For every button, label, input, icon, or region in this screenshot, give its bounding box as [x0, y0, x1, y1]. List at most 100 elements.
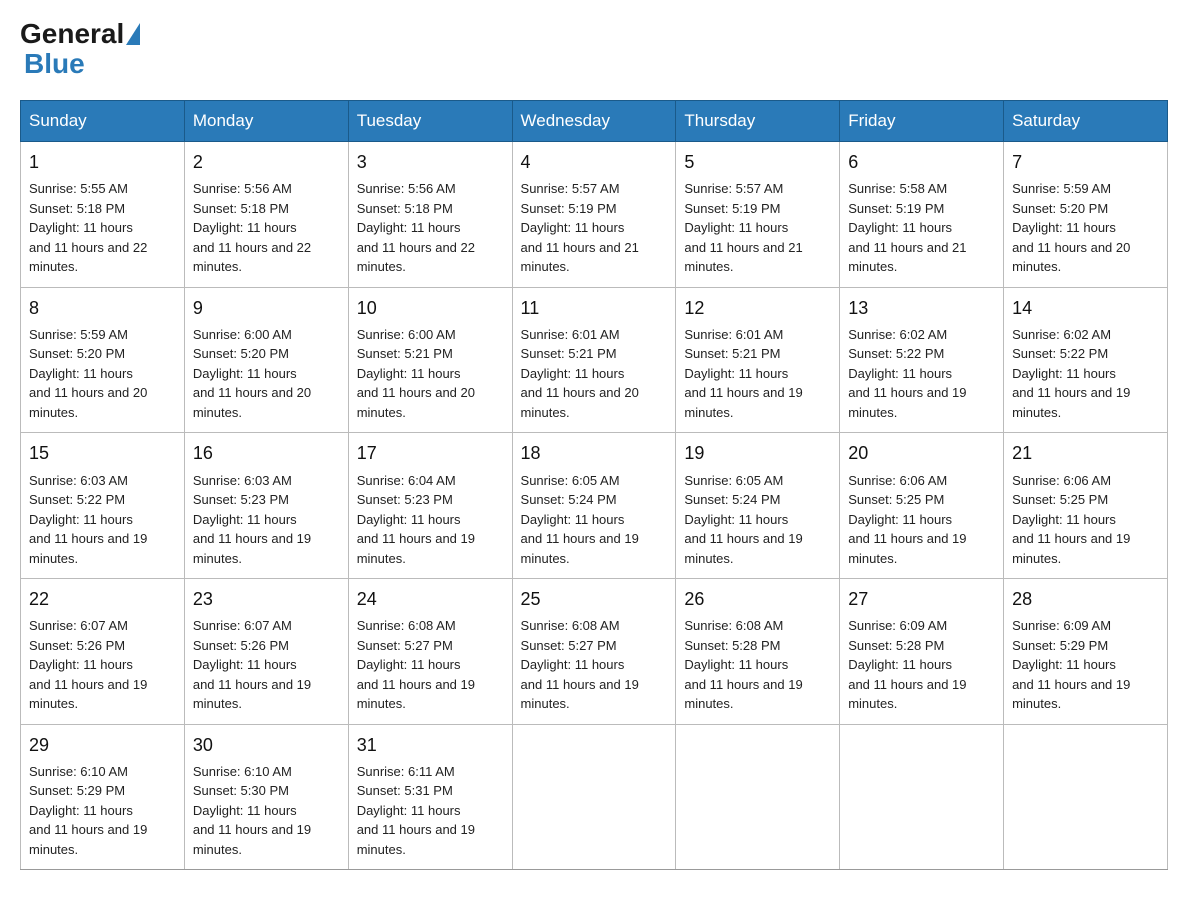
header-tuesday: Tuesday: [348, 101, 512, 142]
day-number: 7: [1012, 150, 1159, 175]
day-number: 29: [29, 733, 176, 758]
day-info: Sunrise: 6:00 AMSunset: 5:21 PMDaylight:…: [357, 327, 475, 420]
day-number: 27: [848, 587, 995, 612]
day-cell: [676, 724, 840, 870]
day-number: 18: [521, 441, 668, 466]
day-number: 9: [193, 296, 340, 321]
day-number: 13: [848, 296, 995, 321]
day-number: 15: [29, 441, 176, 466]
day-number: 17: [357, 441, 504, 466]
day-number: 5: [684, 150, 831, 175]
day-cell: 1 Sunrise: 5:55 AMSunset: 5:18 PMDayligh…: [21, 142, 185, 288]
day-cell: 7 Sunrise: 5:59 AMSunset: 5:20 PMDayligh…: [1004, 142, 1168, 288]
day-cell: 18 Sunrise: 6:05 AMSunset: 5:24 PMDaylig…: [512, 433, 676, 579]
day-cell: 25 Sunrise: 6:08 AMSunset: 5:27 PMDaylig…: [512, 579, 676, 725]
week-row-1: 1 Sunrise: 5:55 AMSunset: 5:18 PMDayligh…: [21, 142, 1168, 288]
day-info: Sunrise: 6:02 AMSunset: 5:22 PMDaylight:…: [1012, 327, 1130, 420]
day-cell: 15 Sunrise: 6:03 AMSunset: 5:22 PMDaylig…: [21, 433, 185, 579]
day-info: Sunrise: 5:57 AMSunset: 5:19 PMDaylight:…: [521, 181, 639, 274]
day-info: Sunrise: 6:02 AMSunset: 5:22 PMDaylight:…: [848, 327, 966, 420]
day-info: Sunrise: 6:07 AMSunset: 5:26 PMDaylight:…: [193, 618, 311, 711]
day-number: 24: [357, 587, 504, 612]
header-friday: Friday: [840, 101, 1004, 142]
page-header: General Blue: [20, 20, 1168, 80]
day-cell: 20 Sunrise: 6:06 AMSunset: 5:25 PMDaylig…: [840, 433, 1004, 579]
day-cell: 29 Sunrise: 6:10 AMSunset: 5:29 PMDaylig…: [21, 724, 185, 870]
day-cell: 9 Sunrise: 6:00 AMSunset: 5:20 PMDayligh…: [184, 287, 348, 433]
day-info: Sunrise: 6:03 AMSunset: 5:23 PMDaylight:…: [193, 473, 311, 566]
day-cell: 24 Sunrise: 6:08 AMSunset: 5:27 PMDaylig…: [348, 579, 512, 725]
day-cell: [512, 724, 676, 870]
logo: General Blue: [20, 20, 142, 80]
day-number: 20: [848, 441, 995, 466]
day-number: 10: [357, 296, 504, 321]
day-info: Sunrise: 6:06 AMSunset: 5:25 PMDaylight:…: [1012, 473, 1130, 566]
day-cell: 26 Sunrise: 6:08 AMSunset: 5:28 PMDaylig…: [676, 579, 840, 725]
header-saturday: Saturday: [1004, 101, 1168, 142]
day-info: Sunrise: 6:07 AMSunset: 5:26 PMDaylight:…: [29, 618, 147, 711]
day-number: 19: [684, 441, 831, 466]
day-info: Sunrise: 6:06 AMSunset: 5:25 PMDaylight:…: [848, 473, 966, 566]
day-number: 2: [193, 150, 340, 175]
day-info: Sunrise: 6:10 AMSunset: 5:29 PMDaylight:…: [29, 764, 147, 857]
day-info: Sunrise: 6:03 AMSunset: 5:22 PMDaylight:…: [29, 473, 147, 566]
day-cell: 4 Sunrise: 5:57 AMSunset: 5:19 PMDayligh…: [512, 142, 676, 288]
day-number: 26: [684, 587, 831, 612]
day-cell: [1004, 724, 1168, 870]
calendar-header-row: SundayMondayTuesdayWednesdayThursdayFrid…: [21, 101, 1168, 142]
day-number: 4: [521, 150, 668, 175]
day-cell: 16 Sunrise: 6:03 AMSunset: 5:23 PMDaylig…: [184, 433, 348, 579]
header-monday: Monday: [184, 101, 348, 142]
day-info: Sunrise: 6:08 AMSunset: 5:27 PMDaylight:…: [357, 618, 475, 711]
day-cell: 8 Sunrise: 5:59 AMSunset: 5:20 PMDayligh…: [21, 287, 185, 433]
day-cell: 22 Sunrise: 6:07 AMSunset: 5:26 PMDaylig…: [21, 579, 185, 725]
day-cell: 3 Sunrise: 5:56 AMSunset: 5:18 PMDayligh…: [348, 142, 512, 288]
day-number: 30: [193, 733, 340, 758]
day-number: 3: [357, 150, 504, 175]
day-info: Sunrise: 6:09 AMSunset: 5:28 PMDaylight:…: [848, 618, 966, 711]
day-number: 16: [193, 441, 340, 466]
day-cell: 10 Sunrise: 6:00 AMSunset: 5:21 PMDaylig…: [348, 287, 512, 433]
day-info: Sunrise: 5:59 AMSunset: 5:20 PMDaylight:…: [1012, 181, 1130, 274]
day-cell: 30 Sunrise: 6:10 AMSunset: 5:30 PMDaylig…: [184, 724, 348, 870]
day-info: Sunrise: 6:05 AMSunset: 5:24 PMDaylight:…: [521, 473, 639, 566]
day-cell: [840, 724, 1004, 870]
day-info: Sunrise: 6:05 AMSunset: 5:24 PMDaylight:…: [684, 473, 802, 566]
day-cell: 31 Sunrise: 6:11 AMSunset: 5:31 PMDaylig…: [348, 724, 512, 870]
header-sunday: Sunday: [21, 101, 185, 142]
day-cell: 6 Sunrise: 5:58 AMSunset: 5:19 PMDayligh…: [840, 142, 1004, 288]
day-info: Sunrise: 5:58 AMSunset: 5:19 PMDaylight:…: [848, 181, 966, 274]
day-info: Sunrise: 6:04 AMSunset: 5:23 PMDaylight:…: [357, 473, 475, 566]
day-info: Sunrise: 5:55 AMSunset: 5:18 PMDaylight:…: [29, 181, 147, 274]
day-info: Sunrise: 6:10 AMSunset: 5:30 PMDaylight:…: [193, 764, 311, 857]
day-info: Sunrise: 6:01 AMSunset: 5:21 PMDaylight:…: [684, 327, 802, 420]
calendar-table: SundayMondayTuesdayWednesdayThursdayFrid…: [20, 100, 1168, 870]
day-cell: 2 Sunrise: 5:56 AMSunset: 5:18 PMDayligh…: [184, 142, 348, 288]
day-cell: 28 Sunrise: 6:09 AMSunset: 5:29 PMDaylig…: [1004, 579, 1168, 725]
logo-blue-text: Blue: [24, 48, 85, 79]
day-info: Sunrise: 5:56 AMSunset: 5:18 PMDaylight:…: [357, 181, 475, 274]
day-number: 14: [1012, 296, 1159, 321]
day-number: 28: [1012, 587, 1159, 612]
day-cell: 23 Sunrise: 6:07 AMSunset: 5:26 PMDaylig…: [184, 579, 348, 725]
day-cell: 12 Sunrise: 6:01 AMSunset: 5:21 PMDaylig…: [676, 287, 840, 433]
day-number: 31: [357, 733, 504, 758]
header-thursday: Thursday: [676, 101, 840, 142]
day-info: Sunrise: 6:11 AMSunset: 5:31 PMDaylight:…: [357, 764, 475, 857]
day-number: 6: [848, 150, 995, 175]
day-number: 21: [1012, 441, 1159, 466]
day-info: Sunrise: 5:57 AMSunset: 5:19 PMDaylight:…: [684, 181, 802, 274]
day-number: 1: [29, 150, 176, 175]
day-info: Sunrise: 6:00 AMSunset: 5:20 PMDaylight:…: [193, 327, 311, 420]
week-row-4: 22 Sunrise: 6:07 AMSunset: 5:26 PMDaylig…: [21, 579, 1168, 725]
day-info: Sunrise: 6:09 AMSunset: 5:29 PMDaylight:…: [1012, 618, 1130, 711]
day-cell: 21 Sunrise: 6:06 AMSunset: 5:25 PMDaylig…: [1004, 433, 1168, 579]
day-cell: 27 Sunrise: 6:09 AMSunset: 5:28 PMDaylig…: [840, 579, 1004, 725]
day-number: 12: [684, 296, 831, 321]
day-number: 22: [29, 587, 176, 612]
day-number: 25: [521, 587, 668, 612]
week-row-5: 29 Sunrise: 6:10 AMSunset: 5:29 PMDaylig…: [21, 724, 1168, 870]
day-cell: 13 Sunrise: 6:02 AMSunset: 5:22 PMDaylig…: [840, 287, 1004, 433]
day-info: Sunrise: 6:08 AMSunset: 5:27 PMDaylight:…: [521, 618, 639, 711]
day-info: Sunrise: 5:59 AMSunset: 5:20 PMDaylight:…: [29, 327, 147, 420]
